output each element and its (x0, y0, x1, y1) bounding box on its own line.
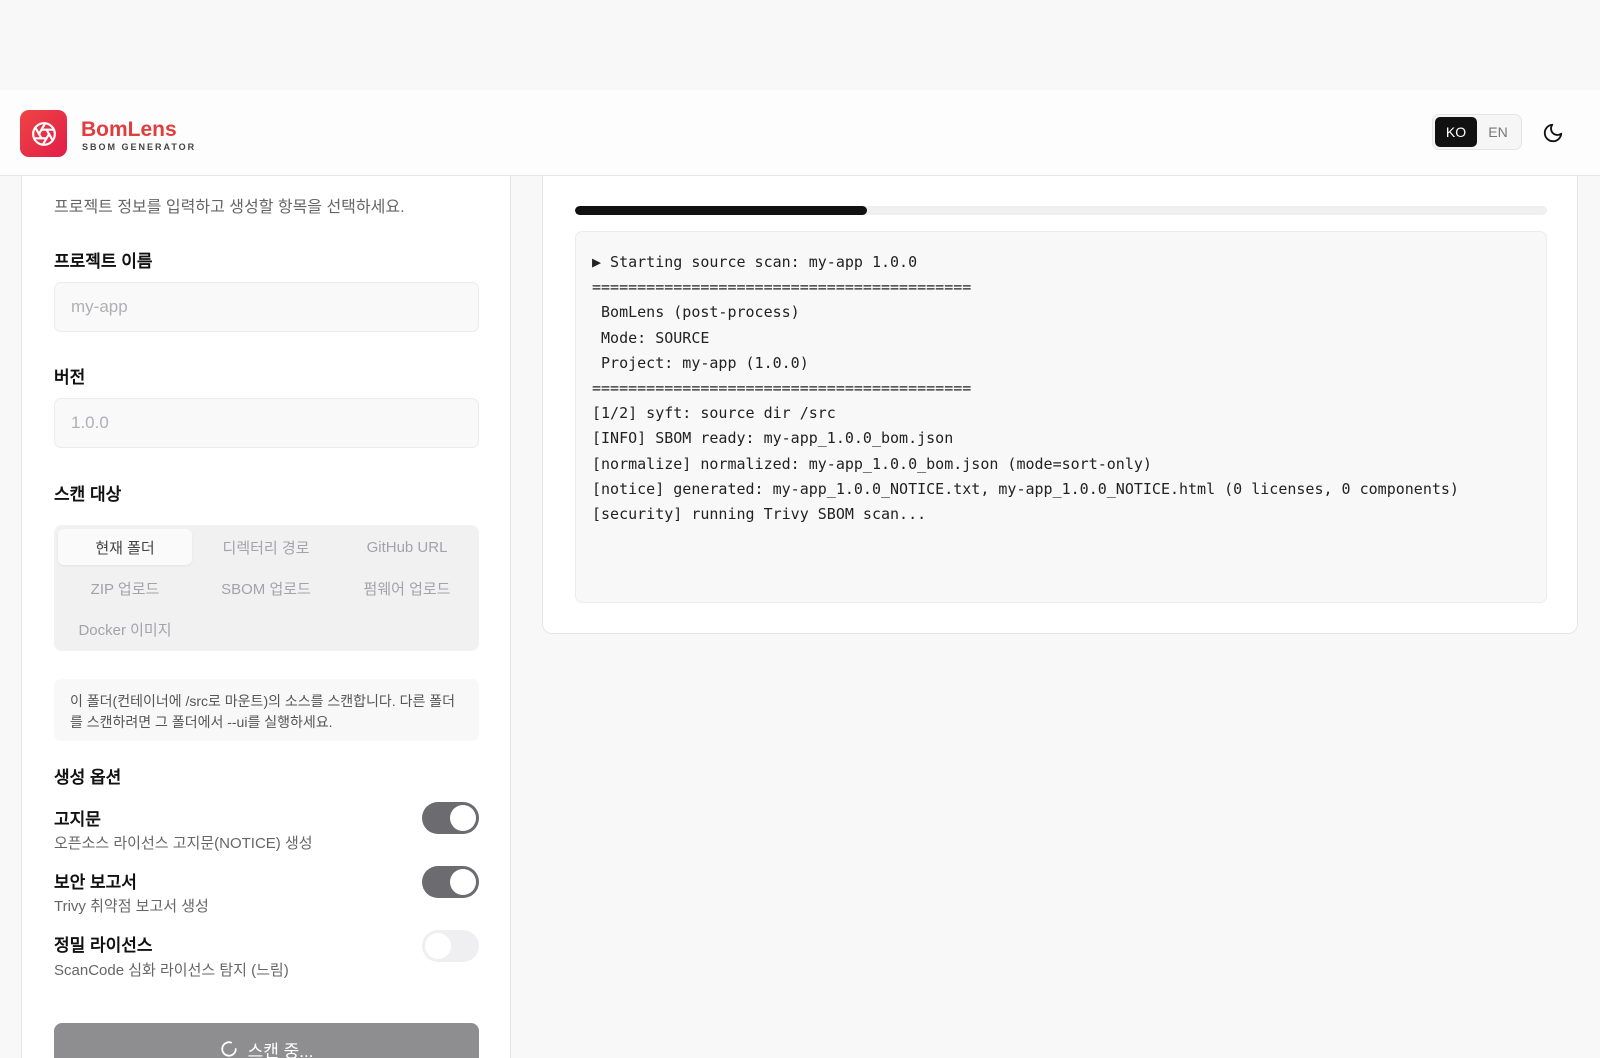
toggle-knob (450, 869, 476, 895)
log-line: [notice] generated: my-app_1.0.0_NOTICE.… (592, 479, 1459, 498)
scan-target-selector: 현재 폴더 디렉터리 경로 GitHub URL ZIP 업로드 SBOM 업로… (54, 525, 479, 651)
scan-target-github-url[interactable]: GitHub URL (340, 529, 474, 565)
brand-subtitle: SBOM GENERATOR (82, 142, 197, 152)
option-license-desc: ScanCode 심화 라이선스 탐지 (느림) (54, 962, 289, 979)
option-security-title: 보안 보고서 (54, 873, 137, 892)
scan-target-sbom-upload[interactable]: SBOM 업로드 (199, 570, 333, 606)
scan-target-docker-image[interactable]: Docker 이미지 (58, 611, 192, 647)
option-notice-toggle[interactable] (422, 802, 479, 834)
option-security-toggle[interactable] (422, 866, 479, 898)
options-label: 생성 옵션 (54, 768, 122, 787)
log-line: [INFO] SBOM ready: my-app_1.0.0_bom.json (592, 429, 954, 448)
option-license-title: 정밀 라이선스 (54, 936, 153, 955)
log-line: ▶ Starting source scan: my-app 1.0.0 (592, 253, 918, 271)
language-switch: KO EN (1432, 114, 1522, 150)
log-line: ========================================… (592, 379, 972, 398)
option-license-toggle[interactable] (422, 930, 479, 962)
app-logo[interactable] (20, 110, 67, 157)
log-line: [normalize] normalized: my-app_1.0.0_bom… (592, 454, 1152, 473)
log-line: BomLens (post-process) (592, 303, 800, 322)
option-notice-title: 고지문 (54, 810, 101, 829)
log-line: Mode: SOURCE (592, 328, 710, 347)
lang-ko-button[interactable]: KO (1435, 117, 1477, 147)
panel-description: 프로젝트 정보를 입력하고 생성할 항목을 선택하세요. (54, 199, 405, 216)
brand-name: BomLens (81, 118, 177, 141)
toggle-knob (425, 933, 451, 959)
scan-target-label: 스캔 대상 (54, 485, 122, 504)
theme-toggle-button[interactable] (1540, 120, 1566, 146)
scan-target-zip-upload[interactable]: ZIP 업로드 (58, 570, 192, 606)
log-line: Project: my-app (1.0.0) (592, 353, 809, 372)
moon-icon (1543, 123, 1563, 143)
scan-progress-fill (575, 206, 867, 215)
scan-target-current-folder[interactable]: 현재 폴더 (58, 529, 192, 565)
log-line: ========================================… (592, 278, 972, 297)
scan-settings-panel: 프로젝트 정보를 입력하고 생성할 항목을 선택하세요. 프로젝트 이름 버전 … (21, 150, 511, 1058)
scan-target-directory-path[interactable]: 디렉터리 경로 (199, 529, 333, 565)
toggle-knob (450, 805, 476, 831)
scan-target-info: 이 폴더(컨테이너에 /src로 마운트)의 소스를 스캔합니다. 다른 폴더를… (54, 679, 479, 741)
scan-button[interactable]: 스캔 중... (54, 1023, 479, 1058)
scan-log-output: ▶ Starting source scan: my-app 1.0.0 ====… (575, 231, 1547, 603)
version-label: 버전 (54, 368, 86, 387)
spinner-icon (220, 1041, 237, 1057)
lang-en-button[interactable]: EN (1477, 117, 1519, 147)
app-header: BomLens SBOM GENERATOR KO EN (0, 90, 1600, 176)
scan-target-firmware-upload[interactable]: 펌웨어 업로드 (340, 570, 474, 606)
log-line: [security] running Trivy SBOM scan... (592, 505, 927, 524)
version-input[interactable] (54, 398, 479, 448)
option-notice-desc: 오픈소스 라이선스 고지문(NOTICE) 생성 (54, 835, 313, 852)
scan-progress-bar (575, 206, 1547, 215)
option-security-desc: Trivy 취약점 보고서 생성 (54, 898, 209, 915)
scan-log-panel: ▶ Starting source scan: my-app 1.0.0 ====… (542, 150, 1578, 634)
project-name-input[interactable] (54, 282, 479, 332)
log-line: [1/2] syft: source dir /src (592, 404, 836, 423)
scan-button-label: 스캔 중... (247, 1041, 314, 1058)
aperture-icon (31, 121, 56, 146)
project-name-label: 프로젝트 이름 (54, 252, 153, 271)
